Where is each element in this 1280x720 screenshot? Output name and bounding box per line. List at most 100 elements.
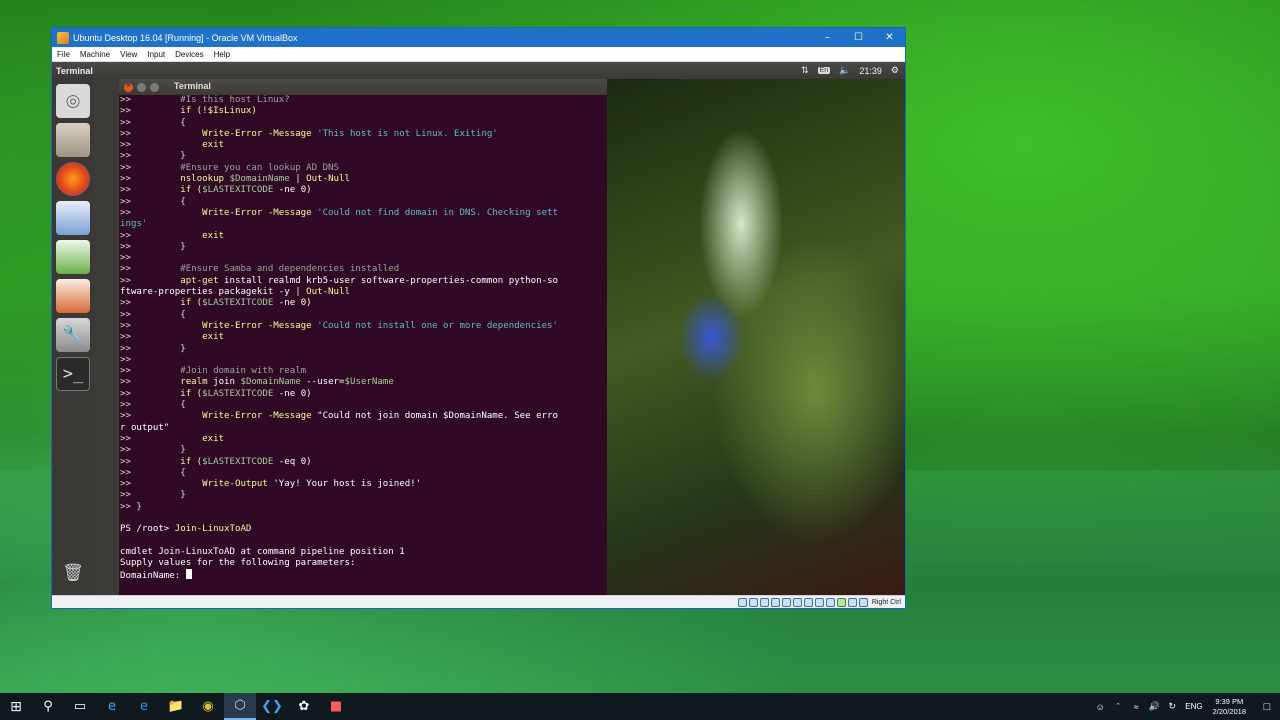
mouse-integration-icon[interactable] [847,597,857,607]
menu-file[interactable]: File [52,50,75,59]
libreoffice-writer-icon[interactable] [56,201,90,235]
terminal-segment: "Could not join domain $DomainName. See … [317,411,559,422]
libreoffice-calc-icon[interactable] [56,240,90,274]
hard-disk-icon[interactable] [737,597,747,607]
person-icon[interactable]: ☺ [1091,702,1109,712]
terminal-line: >> Write-Output 'Yay! Your host is joine… [120,479,607,490]
audio-icon[interactable] [759,597,769,607]
terminal-segment: exit [202,332,225,343]
terminal-line: >> { [120,400,607,411]
minimize-icon[interactable]: – [812,28,843,47]
terminal-segment: -eq 0) [273,456,312,467]
terminal-close-icon[interactable]: ✕ [124,82,133,92]
system-settings-icon[interactable]: 🔧 [56,318,90,352]
guest-additions-icon[interactable] [836,597,846,607]
terminal-line: >> if ($LASTEXITCODE -ne 0) [120,389,607,400]
terminal-line: >> } [120,502,607,513]
firefox-icon[interactable] [56,162,90,196]
terminal-segment: join [213,377,241,388]
network-icon[interactable]: ⇅ [801,65,809,76]
gear-icon[interactable]: ⚙ [891,65,899,76]
menu-view[interactable]: View [115,50,142,59]
terminal-segment: exit [202,230,225,241]
clock[interactable]: 9:39 PM 2/20/2018 [1213,697,1246,717]
edge-icon[interactable]: e [128,693,160,720]
terminal-icon[interactable]: >_ [56,357,90,391]
ubuntu-guest-screen[interactable]: Terminal ⇅ En 🔈 21:39 ⚙ ◎ 🔧 >_ 🗑 ✕ Termi… [52,62,905,596]
menu-help[interactable]: Help [209,50,235,59]
terminal-segment: >> [120,162,181,173]
terminal-segment: if ( [180,298,203,309]
vbox-menubar: File Machine View Input Devices Help [52,47,905,62]
terminal-segment: DomainName: [120,571,186,582]
terminal-segment: >> [120,388,181,399]
terminal-segment: $LASTEXITCODE [202,456,274,467]
terminal-maximize-icon[interactable] [150,82,159,92]
optical-drive-icon[interactable] [748,597,758,607]
terminal-line: >> #Ensure you can lookup AD DNS [120,163,607,174]
terminal-segment: install realmd krb5-user software-proper… [224,275,559,286]
terminal-titlebar[interactable]: ✕ Terminal [119,79,607,95]
terminal-line: >> } [120,242,607,253]
app-icon-colorful[interactable]: ✿ [288,693,320,720]
chevron-up-icon[interactable]: ˆ [1109,702,1127,712]
terminal-line: >> Write-Error -Message 'Could not insta… [120,321,607,332]
terminal-title: Terminal [174,81,211,92]
language-indicator[interactable]: ENG [1185,702,1202,711]
terminal-segment: >> [120,264,181,275]
terminal-line: >> exit [120,434,607,445]
notification-icon[interactable]: □ [1254,701,1280,713]
terminal-segment: >> { [120,400,186,411]
menu-machine[interactable]: Machine [75,50,115,59]
terminal-line: >> exit [120,140,607,151]
speaker-icon[interactable]: 🔊 [1145,701,1163,712]
terminal-segment: #Is this host Linux? [180,95,290,105]
display-icon[interactable] [803,597,813,607]
close-icon[interactable]: ✕ [874,28,905,47]
file-explorer-icon[interactable]: 📁 [160,693,192,720]
task-view-icon[interactable]: ▭ [64,693,96,720]
vscode-icon[interactable]: ❮❯ [256,693,288,720]
cpu-icon[interactable] [825,597,835,607]
network-adapter-icon[interactable] [770,597,780,607]
sync-icon[interactable]: ↻ [1163,701,1181,712]
terminal-segment: >> { [120,467,186,478]
terminal-minimize-icon[interactable] [137,82,146,92]
chrome-icon[interactable]: ◉ [192,693,224,720]
terminal-segment: >> } [120,343,186,354]
menu-devices[interactable]: Devices [170,50,208,59]
terminal-line: >> { [120,310,607,321]
vbox-titlebar[interactable]: Ubuntu Desktop 16.04 [Running] - Oracle … [52,28,905,47]
keyboard-capture-icon[interactable] [858,597,868,607]
terminal-line: >> #Ensure Samba and dependencies instal… [120,264,607,275]
trash-icon[interactable]: 🗑 [56,556,90,590]
terminal-line: >> apt-get install realmd krb5-user soft… [120,276,607,287]
terminal-output[interactable]: >> #Is this host Linux? >> if (!$IsLinux)… [119,95,607,581]
windows-start-icon[interactable]: ⊞ [0,693,32,720]
volume-icon[interactable]: 🔈 [839,65,850,76]
video-capture-icon[interactable] [814,597,824,607]
terminal-segment: if (!$IsLinux) [180,106,257,117]
shared-folders-icon[interactable] [792,597,802,607]
files-icon[interactable] [56,123,90,157]
wifi-icon[interactable]: ≈ [1127,702,1145,712]
terminal-segment: >> } [120,501,142,512]
menu-input[interactable]: Input [142,50,170,59]
terminal-line: >> exit [120,332,607,343]
terminal-line: >> #Is this host Linux? [120,95,607,106]
ubuntu-clock[interactable]: 21:39 [859,66,882,76]
search-icon[interactable]: ⚲ [32,693,64,720]
terminal-window[interactable]: ✕ Terminal >> #Is this host Linux? >> if … [119,79,607,596]
terminal-segment: | Out-Null [295,287,350,298]
terminal-segment: -ne 0) [273,185,312,196]
internet-explorer-icon[interactable]: e [96,693,128,720]
app-icon-red[interactable]: ■ [320,693,352,720]
terminal-line: ings' [120,219,607,230]
maximize-icon[interactable]: ☐ [843,28,874,47]
usb-icon[interactable] [781,597,791,607]
terminal-segment: >> [120,354,131,365]
keyboard-layout-indicator[interactable]: En [817,67,831,74]
ubuntu-dash-icon[interactable]: ◎ [56,84,90,118]
libreoffice-impress-icon[interactable] [56,279,90,313]
virtualbox-taskbar-icon[interactable]: ⬡ [224,693,256,720]
